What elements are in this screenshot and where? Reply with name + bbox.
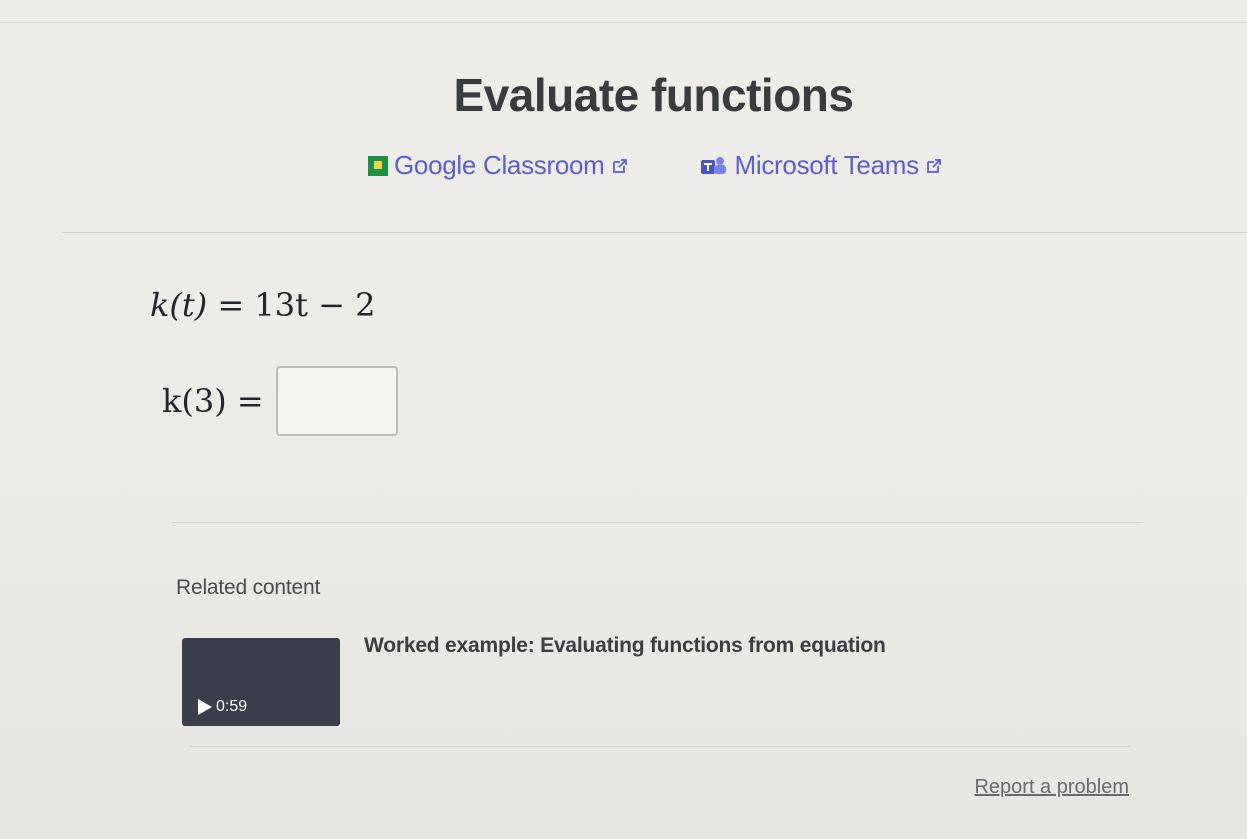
external-link-icon xyxy=(612,158,627,173)
function-definition: k(t) = 13t − 2 xyxy=(150,286,375,324)
question-lhs: k(3) = xyxy=(162,382,264,420)
microsoft-teams-label: Microsoft Teams xyxy=(734,150,920,180)
external-link-icon xyxy=(926,158,941,173)
video-duration-badge: 0:59 xyxy=(198,698,247,716)
play-icon xyxy=(198,699,212,715)
top-divider xyxy=(0,22,1247,23)
equals-sign: = xyxy=(217,286,255,324)
video-title-link[interactable]: Worked example: Evaluating functions fro… xyxy=(364,634,886,658)
microsoft-teams-icon xyxy=(700,156,726,174)
microsoft-teams-link[interactable]: Microsoft Teams xyxy=(699,150,943,181)
google-classroom-label: Google Classroom xyxy=(394,150,605,180)
page-container: Evaluate functions Google Classroom Micr… xyxy=(0,0,1247,839)
video-thumbnail[interactable]: 0:59 xyxy=(182,638,340,726)
related-divider xyxy=(190,746,1130,747)
answer-row: k(3) = xyxy=(162,366,398,436)
video-duration: 0:59 xyxy=(216,698,248,715)
problem-divider xyxy=(172,522,1142,523)
report-problem-link[interactable]: Report a problem xyxy=(974,776,1129,799)
function-rhs: 13t − 2 xyxy=(254,286,376,324)
google-classroom-link[interactable]: Google Classroom xyxy=(368,150,629,181)
google-classroom-icon xyxy=(368,155,388,176)
header-divider xyxy=(62,232,1247,233)
function-lhs: k(t) xyxy=(150,286,208,324)
related-content-heading: Related content xyxy=(176,576,321,599)
share-row: Google Classroom Microsoft Teams xyxy=(368,150,943,181)
answer-input[interactable] xyxy=(275,366,398,436)
page-title: Evaluate functions xyxy=(453,69,854,121)
